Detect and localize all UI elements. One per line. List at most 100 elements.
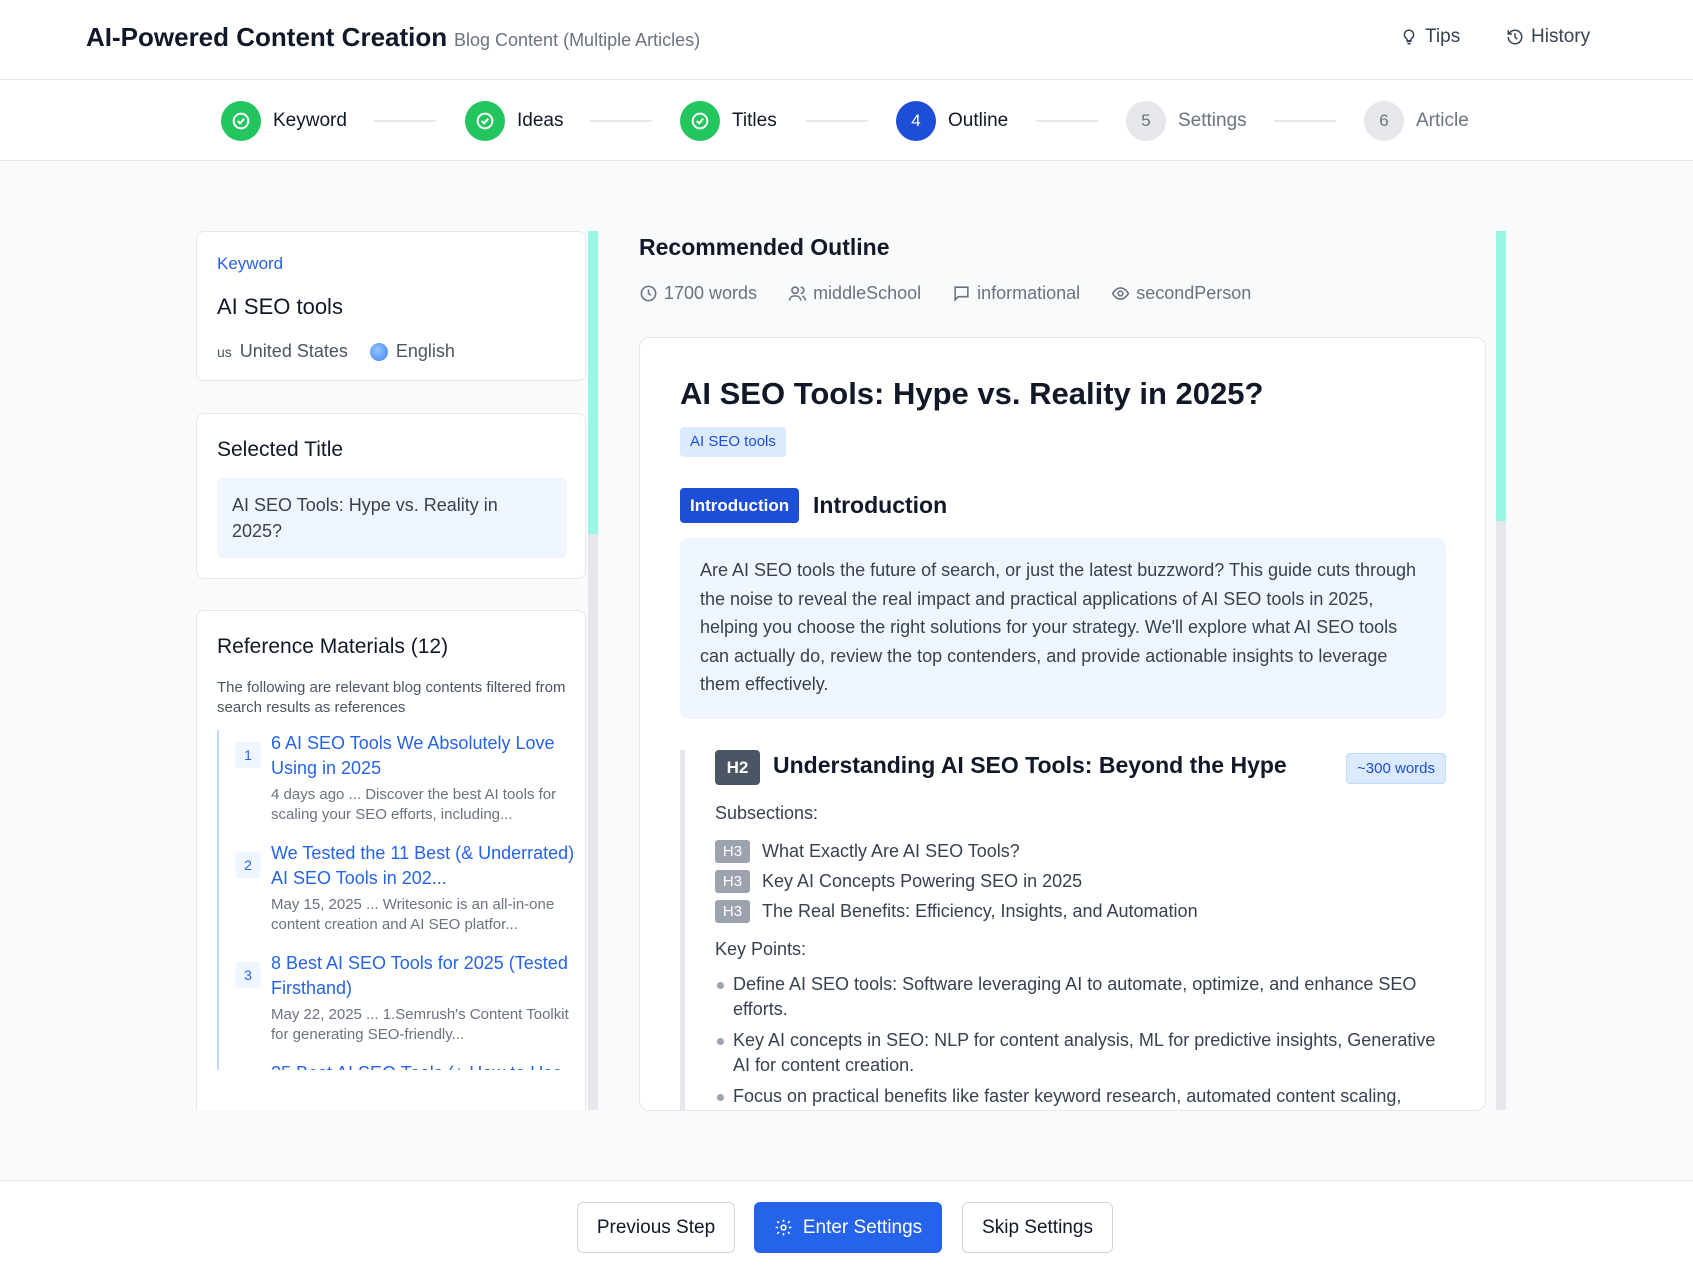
tone: informational: [952, 283, 1080, 304]
word-count: 1700 words: [639, 283, 757, 304]
step-connector: [1274, 120, 1336, 122]
subsection-text: What Exactly Are AI SEO Tools?: [762, 840, 1020, 861]
gear-icon: [775, 1219, 792, 1236]
progress-stepper: Keyword Ideas Titles 4 Outline 5 Setting…: [0, 80, 1693, 161]
history-label: History: [1531, 26, 1591, 47]
right-scrollbar-thumb[interactable]: [1496, 231, 1506, 521]
step-connector: [590, 120, 652, 122]
selected-title-card: Selected Title AI SEO Tools: Hype vs. Re…: [196, 413, 586, 579]
reference-materials-card: Reference Materials (12) The following a…: [196, 610, 586, 1110]
subsection-list: H3 What Exactly Are AI SEO Tools? H3 Key…: [715, 836, 1198, 926]
audience: middleSchool: [788, 283, 921, 304]
h3-badge: H3: [715, 839, 750, 863]
reference-list: 1 6 AI SEO Tools We Absolutely Love Usin…: [217, 730, 577, 1070]
step-label: Titles: [732, 110, 777, 131]
step-connector: [806, 120, 868, 122]
subsection-item: H3 Key AI Concepts Powering SEO in 2025: [715, 866, 1198, 896]
language-name: English: [395, 341, 455, 361]
left-scrollbar[interactable]: [588, 231, 598, 1110]
h2-badge: H2: [715, 750, 760, 785]
outline-meta: 1700 words middleSchool informational se…: [639, 283, 1251, 304]
subsection-item: H3 The Real Benefits: Efficiency, Insigh…: [715, 896, 1198, 926]
selected-title-value: AI SEO Tools: Hype vs. Reality in 2025?: [217, 478, 567, 558]
keyword-tag: AI SEO tools: [680, 427, 786, 457]
h2-heading: Understanding AI SEO Tools: Beyond the H…: [773, 752, 1287, 778]
step-outline[interactable]: 4 Outline: [896, 101, 1008, 141]
subsection-text: The Real Benefits: Efficiency, Insights,…: [762, 900, 1198, 921]
step-label: Keyword: [273, 110, 347, 131]
step-number: 6: [1364, 101, 1404, 141]
keyword-card: Keyword AI SEO tools us United States En…: [196, 231, 586, 381]
step-settings[interactable]: 5 Settings: [1126, 101, 1247, 141]
subsections-label: Subsections:: [715, 803, 819, 823]
reference-number: 1: [235, 742, 261, 768]
intro-heading: Introduction: [813, 492, 948, 518]
globe-icon: [369, 342, 388, 361]
key-point: Focus on practical benefits like faster …: [715, 1084, 1445, 1109]
step-label: Settings: [1178, 110, 1247, 131]
country-code: us: [217, 343, 232, 360]
step-label: Outline: [948, 110, 1009, 131]
reference-link[interactable]: 6 AI SEO Tools We Absolutely Love Using …: [271, 730, 577, 781]
history-icon: [1507, 29, 1523, 45]
reference-item[interactable]: 3 8 Best AI SEO Tools for 2025 (Tested F…: [217, 950, 577, 1060]
key-point: Define AI SEO tools: Software leveraging…: [715, 972, 1445, 1022]
app-header: AI-Powered Content Creation Blog Content…: [0, 0, 1693, 80]
reference-item[interactable]: 4 25 Best AI SEO Tools (+ How to Use AI …: [217, 1060, 577, 1070]
check-circle-icon: [465, 101, 505, 141]
word-count-value: 1700 words: [664, 283, 758, 303]
perspective: secondPerson: [1111, 283, 1251, 304]
country-name: United States: [239, 341, 348, 361]
reference-description: The following are relevant blog contents…: [217, 679, 566, 716]
reference-snippet: 4 days ago ... Discover the best AI tool…: [271, 786, 557, 823]
outline-card: AI SEO Tools: Hype vs. Reality in 2025? …: [639, 337, 1486, 1111]
users-icon: [788, 286, 807, 301]
check-circle-icon: [221, 101, 261, 141]
key-point: Key AI concepts in SEO: NLP for content …: [715, 1028, 1445, 1078]
article-title: AI SEO Tools: Hype vs. Reality in 2025?: [680, 376, 1264, 411]
app-title: AI-Powered Content Creation: [86, 22, 448, 52]
step-article[interactable]: 6 Article: [1364, 101, 1469, 141]
reference-link[interactable]: We Tested the 11 Best (& Underrated) AI …: [271, 840, 577, 891]
step-ideas[interactable]: Ideas: [465, 101, 563, 141]
step-connector: [1036, 120, 1098, 122]
outline-heading: Recommended Outline: [639, 234, 890, 260]
keyword-label: Keyword: [217, 254, 284, 273]
reference-snippet: May 22, 2025 ... 1.Semrush's Content Too…: [271, 1006, 569, 1043]
enter-settings-label: Enter Settings: [802, 1216, 923, 1238]
reference-number: 2: [235, 852, 261, 878]
history-button[interactable]: History: [1506, 26, 1590, 48]
left-scrollbar-thumb[interactable]: [588, 231, 598, 534]
subsection-text: Key AI Concepts Powering SEO in 2025: [762, 870, 1083, 891]
audience-value: middleSchool: [813, 283, 922, 303]
key-points-list: Define AI SEO tools: Software leveraging…: [715, 972, 1445, 1110]
tips-label: Tips: [1425, 26, 1461, 47]
reference-number: 3: [235, 962, 261, 988]
subsection-item: H3 What Exactly Are AI SEO Tools?: [715, 836, 1198, 866]
previous-step-button[interactable]: Previous Step: [577, 1202, 735, 1253]
reference-item[interactable]: 1 6 AI SEO Tools We Absolutely Love Usin…: [217, 730, 577, 840]
keyword-locale: us United States English: [217, 341, 455, 362]
step-connector: [374, 120, 436, 122]
perspective-value: secondPerson: [1136, 283, 1252, 303]
reference-heading: Reference Materials (12): [217, 635, 449, 658]
step-number: 4: [896, 101, 936, 141]
reference-link[interactable]: 8 Best AI SEO Tools for 2025 (Tested Fir…: [271, 950, 577, 1001]
step-keyword[interactable]: Keyword: [221, 101, 347, 141]
check-circle-icon: [680, 101, 720, 141]
tips-button[interactable]: Tips: [1400, 26, 1460, 48]
selected-title-heading: Selected Title: [217, 438, 344, 461]
eye-icon: [1111, 287, 1130, 300]
reference-link[interactable]: 25 Best AI SEO Tools (+ How to Use AI fo…: [271, 1060, 577, 1070]
reference-item[interactable]: 2 We Tested the 11 Best (& Underrated) A…: [217, 840, 577, 950]
h3-badge: H3: [715, 869, 750, 893]
h2-section: H2 Understanding AI SEO Tools: Beyond th…: [680, 750, 1446, 1110]
step-titles[interactable]: Titles: [680, 101, 777, 141]
right-scrollbar[interactable]: [1496, 231, 1506, 1110]
enter-settings-button[interactable]: Enter Settings: [754, 1202, 942, 1253]
lightbulb-icon: [1403, 29, 1415, 45]
step-label: Article: [1416, 110, 1469, 131]
app-subtitle: Blog Content (Multiple Articles): [454, 30, 701, 50]
clock-icon: [640, 285, 657, 302]
skip-settings-button[interactable]: Skip Settings: [962, 1202, 1113, 1253]
